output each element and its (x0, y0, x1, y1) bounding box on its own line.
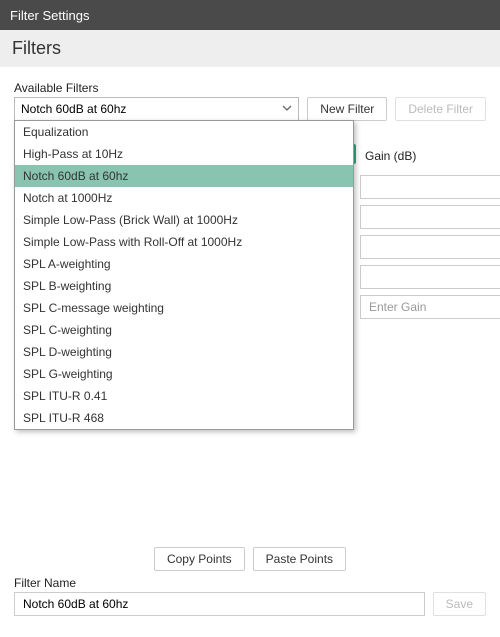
gain-row (360, 235, 486, 259)
combo-selected-text: Notch 60dB at 60hz (21, 102, 126, 116)
gain-input[interactable] (360, 265, 500, 289)
dropdown-option[interactable]: SPL B-weighting (15, 275, 353, 297)
copy-points-button[interactable]: Copy Points (154, 547, 245, 571)
available-filters-dropdown[interactable]: EqualizationHigh-Pass at 10HzNotch 60dB … (14, 120, 354, 430)
dropdown-option[interactable]: Simple Low-Pass (Brick Wall) at 1000Hz (15, 209, 353, 231)
gain-input[interactable] (360, 205, 500, 229)
dropdown-option[interactable]: SPL A-weighting (15, 253, 353, 275)
gain-row (360, 175, 486, 199)
gain-row (360, 265, 486, 289)
dropdown-option[interactable]: Notch at 1000Hz (15, 187, 353, 209)
dropdown-option[interactable]: SPL G-weighting (15, 363, 353, 385)
dropdown-option[interactable]: Equalization (15, 121, 353, 143)
dropdown-option[interactable]: SPL ITU-R 0.41 (15, 385, 353, 407)
paste-points-button[interactable]: Paste Points (253, 547, 346, 571)
save-button: Save (433, 592, 486, 616)
page-title: Filters (12, 38, 61, 58)
available-filters-label: Available Filters (14, 81, 299, 95)
window-title: Filter Settings (10, 8, 89, 23)
page-header: Filters (0, 30, 500, 67)
dropdown-option[interactable]: SPL C-weighting (15, 319, 353, 341)
chevron-down-icon (282, 102, 292, 116)
gain-input[interactable] (360, 175, 500, 199)
dropdown-option[interactable]: SPL ITU-R 468 (15, 407, 353, 429)
new-filter-button[interactable]: New Filter (307, 97, 387, 121)
window-titlebar: Filter Settings (0, 0, 500, 30)
dropdown-option[interactable]: Simple Low-Pass with Roll-Off at 1000Hz (15, 231, 353, 253)
available-filters-combo[interactable]: Notch 60dB at 60hz (14, 97, 299, 121)
dropdown-option[interactable]: High-Pass at 10Hz (15, 143, 353, 165)
gain-row (360, 205, 486, 229)
dropdown-option[interactable]: SPL C-message weighting (15, 297, 353, 319)
gain-column-header: Gain (dB) (365, 149, 416, 163)
gain-row (360, 295, 486, 319)
gain-rows (360, 175, 486, 325)
filter-name-label: Filter Name (14, 576, 486, 590)
delete-filter-button: Delete Filter (395, 97, 486, 121)
dropdown-option[interactable]: SPL D-weighting (15, 341, 353, 363)
filter-name-input[interactable] (14, 592, 425, 616)
dropdown-option[interactable]: Notch 60dB at 60hz (15, 165, 353, 187)
gain-input[interactable] (360, 295, 500, 319)
gain-input[interactable] (360, 235, 500, 259)
